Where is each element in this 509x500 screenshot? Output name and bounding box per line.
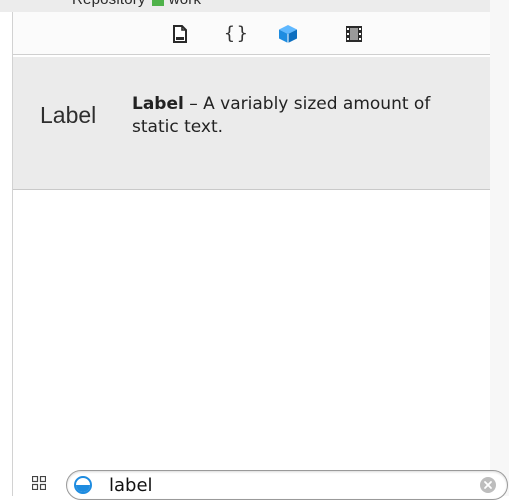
result-title: Label [132,94,184,114]
tab-object-library[interactable] [277,23,299,45]
filter-input[interactable] [109,473,459,497]
library-tab-bar: {} [13,12,490,55]
label-preview: Label [40,102,97,128]
tab-file-templates[interactable] [169,23,191,45]
object-library-icon [279,25,297,43]
file-template-icon [173,25,187,43]
clear-search-icon[interactable] [479,476,497,494]
library-panel: {} Label Label – A variably sized amount… [12,12,508,500]
tab-media-library[interactable] [343,23,365,45]
library-filter-bar [13,460,508,500]
tab-code-snippets[interactable]: {} [224,23,248,45]
branch-color-swatch [151,0,164,6]
grid-view-icon[interactable] [32,476,46,490]
library-result-label[interactable]: Label Label – A variably sized amount of… [13,57,490,190]
filter-scope-icon[interactable] [74,476,92,494]
window-top-strip: Repository work [0,0,509,12]
repository-path: Repository work [72,0,201,8]
branch-label: work [169,0,201,8]
code-snippet-icon: {} [224,23,250,44]
media-library-icon [346,26,362,42]
right-edge-gutter [490,0,509,496]
repository-label: Repository [72,0,146,8]
result-description: Label – A variably sized amount of stati… [132,93,477,139]
